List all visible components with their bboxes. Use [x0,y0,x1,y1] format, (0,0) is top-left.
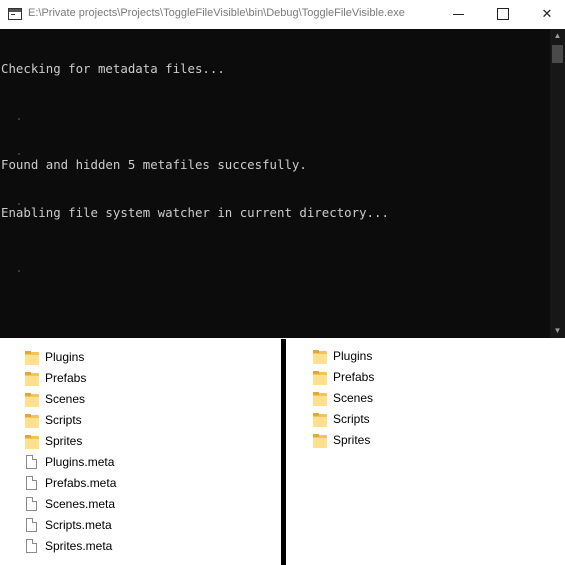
folder-icon [313,371,327,385]
file-icon [26,518,37,532]
item-label: Prefabs [45,371,87,385]
right-explorer-pane[interactable]: Plugins Prefabs Scenes Scripts Sprites [286,339,565,565]
item-label: Scenes [45,392,86,406]
item-label: Sprites.meta [45,539,113,553]
item-label: Sprites [45,434,83,448]
item-label: Plugins.meta [45,455,115,469]
noise-dot [18,203,20,205]
minimize-button[interactable] [443,0,475,29]
console-line: Found and hidden 5 metafiles succesfully… [1,157,307,172]
file-icon [26,455,37,469]
folder-icon [25,372,39,386]
item-label: Plugins [333,349,373,363]
maximize-button[interactable] [487,0,519,29]
folder-icon [25,393,39,407]
scroll-down-icon[interactable]: ▼ [550,324,565,338]
folder-icon [313,413,327,427]
noise-dot [18,118,20,120]
item-label: Sprites [333,433,371,447]
noise-dot [18,270,20,272]
noise-dot [18,153,20,155]
item-label: Scenes [333,391,374,405]
file-icon [26,497,37,511]
folder-icon [313,392,327,406]
scroll-thumb[interactable] [552,45,563,63]
console-window: E:\Private projects\Projects\ToggleFileV… [0,0,565,338]
minimize-icon [453,14,464,15]
item-label: Plugins [45,350,85,364]
maximize-icon [497,8,509,20]
folder-icon [313,434,327,448]
close-icon: ✕ [541,7,553,22]
folder-icon [25,435,39,449]
item-label: Prefabs [333,370,375,384]
window-title: E:\Private projects\Projects\ToggleFileV… [28,7,405,19]
folder-icon [313,350,327,364]
file-icon [26,539,37,553]
item-label: Scripts [45,413,82,427]
item-label: Scripts [333,412,370,426]
console-scrollbar[interactable]: ▲ ▼ [550,29,565,338]
console-line: Enabling file system watcher in current … [1,205,389,220]
item-label: Prefabs.meta [45,476,117,490]
file-icon [26,476,37,490]
left-explorer-pane[interactable]: Plugins Prefabs Scenes Scripts Sprites Plugin… [0,339,281,565]
item-label: Scripts.meta [45,518,112,532]
console-window-icon[interactable] [8,8,22,20]
close-button[interactable]: ✕ [531,0,563,29]
console-output[interactable]: Checking for metadata files... Found and… [1,29,549,338]
title-bar[interactable]: E:\Private projects\Projects\ToggleFileV… [0,0,565,29]
folder-icon [25,351,39,365]
item-label: Scenes.meta [45,497,116,511]
folder-icon [25,414,39,428]
scroll-up-icon[interactable]: ▲ [550,29,565,43]
console-line: Checking for metadata files... [1,61,225,76]
